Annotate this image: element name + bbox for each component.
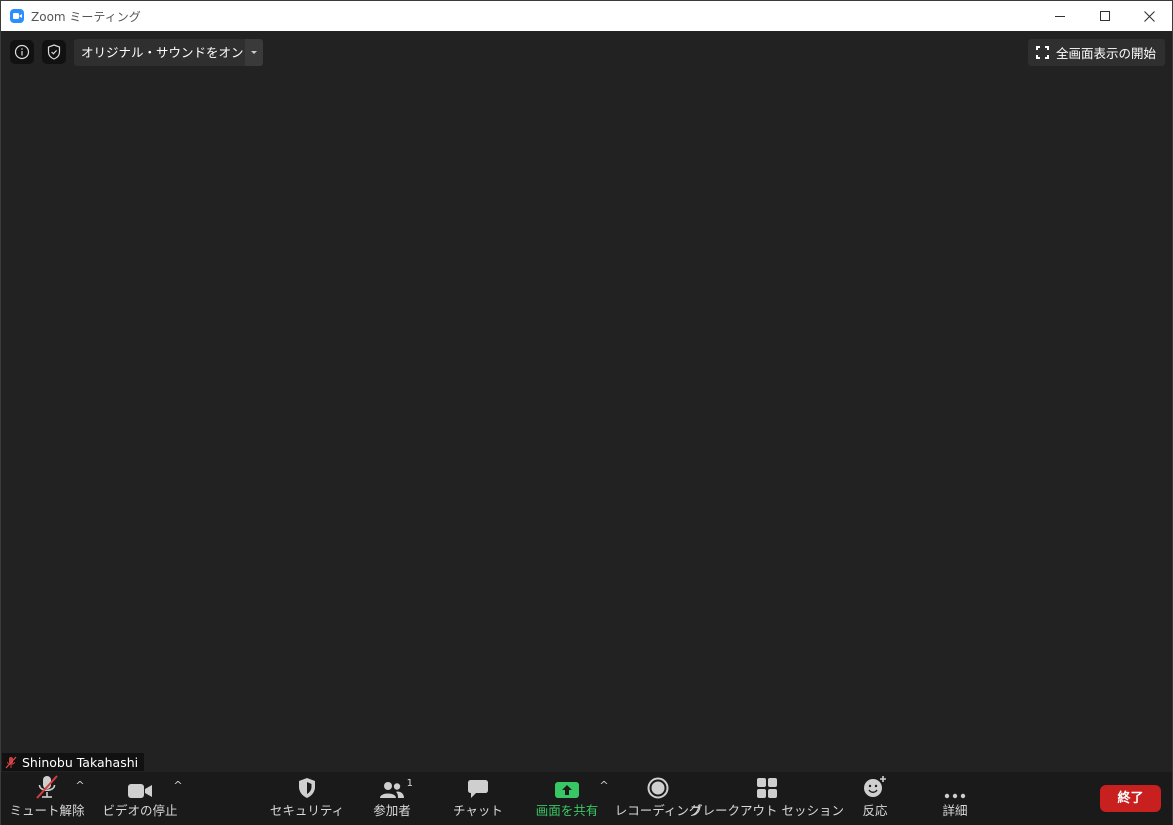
maximize-icon: [1100, 11, 1110, 21]
chat-button[interactable]: チャット: [449, 772, 507, 825]
share-screen-label: 画面を共有: [535, 803, 599, 818]
info-icon: [14, 44, 30, 60]
minimize-button[interactable]: [1037, 1, 1083, 31]
video-options-caret[interactable]: ^: [171, 779, 185, 793]
reactions-button[interactable]: 反応: [850, 772, 900, 825]
share-options-caret[interactable]: ^: [597, 779, 611, 793]
meeting-toolbar: ミュート解除 ^ ビデオの停止 ^ セキュリティ 1 参加者 チャット 画面を共…: [1, 772, 1172, 825]
participant-name-tag: Shinobu Takahashi: [2, 753, 145, 771]
fullscreen-label: 全画面表示の開始: [1056, 46, 1157, 61]
enter-fullscreen-button[interactable]: 全画面表示の開始: [1028, 39, 1165, 66]
emoji-add-icon: [864, 776, 886, 797]
chevron-down-icon: [251, 51, 257, 54]
chat-label: チャット: [453, 803, 503, 818]
muted-mic-icon: [5, 756, 17, 768]
meeting-info-button[interactable]: [10, 40, 34, 64]
stop-video-button[interactable]: ビデオの停止: [102, 772, 178, 825]
share-screen-button[interactable]: 画面を共有: [531, 772, 603, 825]
audio-options-caret[interactable]: ^: [73, 779, 87, 793]
video-camera-icon: [128, 784, 152, 798]
mic-muted-icon: [36, 775, 58, 799]
fullscreen-icon: [1036, 46, 1049, 59]
recording-label: レコーディング: [614, 803, 702, 818]
breakout-grid-icon: [757, 778, 777, 798]
end-meeting-button[interactable]: 終了: [1100, 785, 1161, 812]
breakout-rooms-button[interactable]: ブレークアウト セッション: [690, 772, 844, 825]
minimize-icon: [1055, 15, 1065, 17]
participant-name: Shinobu Takahashi: [22, 754, 139, 770]
more-button[interactable]: 詳細: [930, 772, 980, 825]
breakout-label: ブレークアウト セッション: [690, 803, 844, 818]
zoom-app-icon: [10, 9, 24, 23]
reactions-label: 反応: [862, 803, 888, 818]
chat-bubble-icon: [468, 780, 488, 798]
participants-button[interactable]: 1 参加者: [363, 772, 421, 825]
unmute-label: ミュート解除: [9, 803, 85, 818]
shield-icon: [299, 778, 315, 798]
original-sound-button[interactable]: オリジナル・サウンドをオンにする: [74, 39, 245, 66]
shield-check-icon: [47, 44, 61, 60]
recording-button[interactable]: レコーディング: [615, 772, 701, 825]
share-screen-icon: [555, 782, 579, 798]
security-button[interactable]: セキュリティ: [269, 772, 345, 825]
encryption-shield-button[interactable]: [42, 40, 66, 64]
record-icon: [647, 777, 669, 799]
close-icon: [1143, 10, 1155, 22]
more-label: 詳細: [942, 803, 968, 818]
title-bar: Zoom ミーティング: [1, 1, 1172, 31]
stop-video-label: ビデオの停止: [102, 803, 178, 818]
zoom-meeting-window: Zoom ミーティング オリジナル・サウンドをオンにする: [0, 0, 1173, 825]
participants-label: 参加者: [373, 803, 411, 818]
participants-count: 1: [406, 778, 413, 789]
maximize-button[interactable]: [1082, 1, 1128, 31]
original-sound-dropdown[interactable]: [245, 39, 263, 66]
security-label: セキュリティ: [269, 803, 345, 818]
more-dots-icon: [944, 793, 966, 799]
close-button[interactable]: [1126, 1, 1172, 31]
window-title: Zoom ミーティング: [31, 10, 141, 24]
participants-icon: [380, 782, 404, 798]
